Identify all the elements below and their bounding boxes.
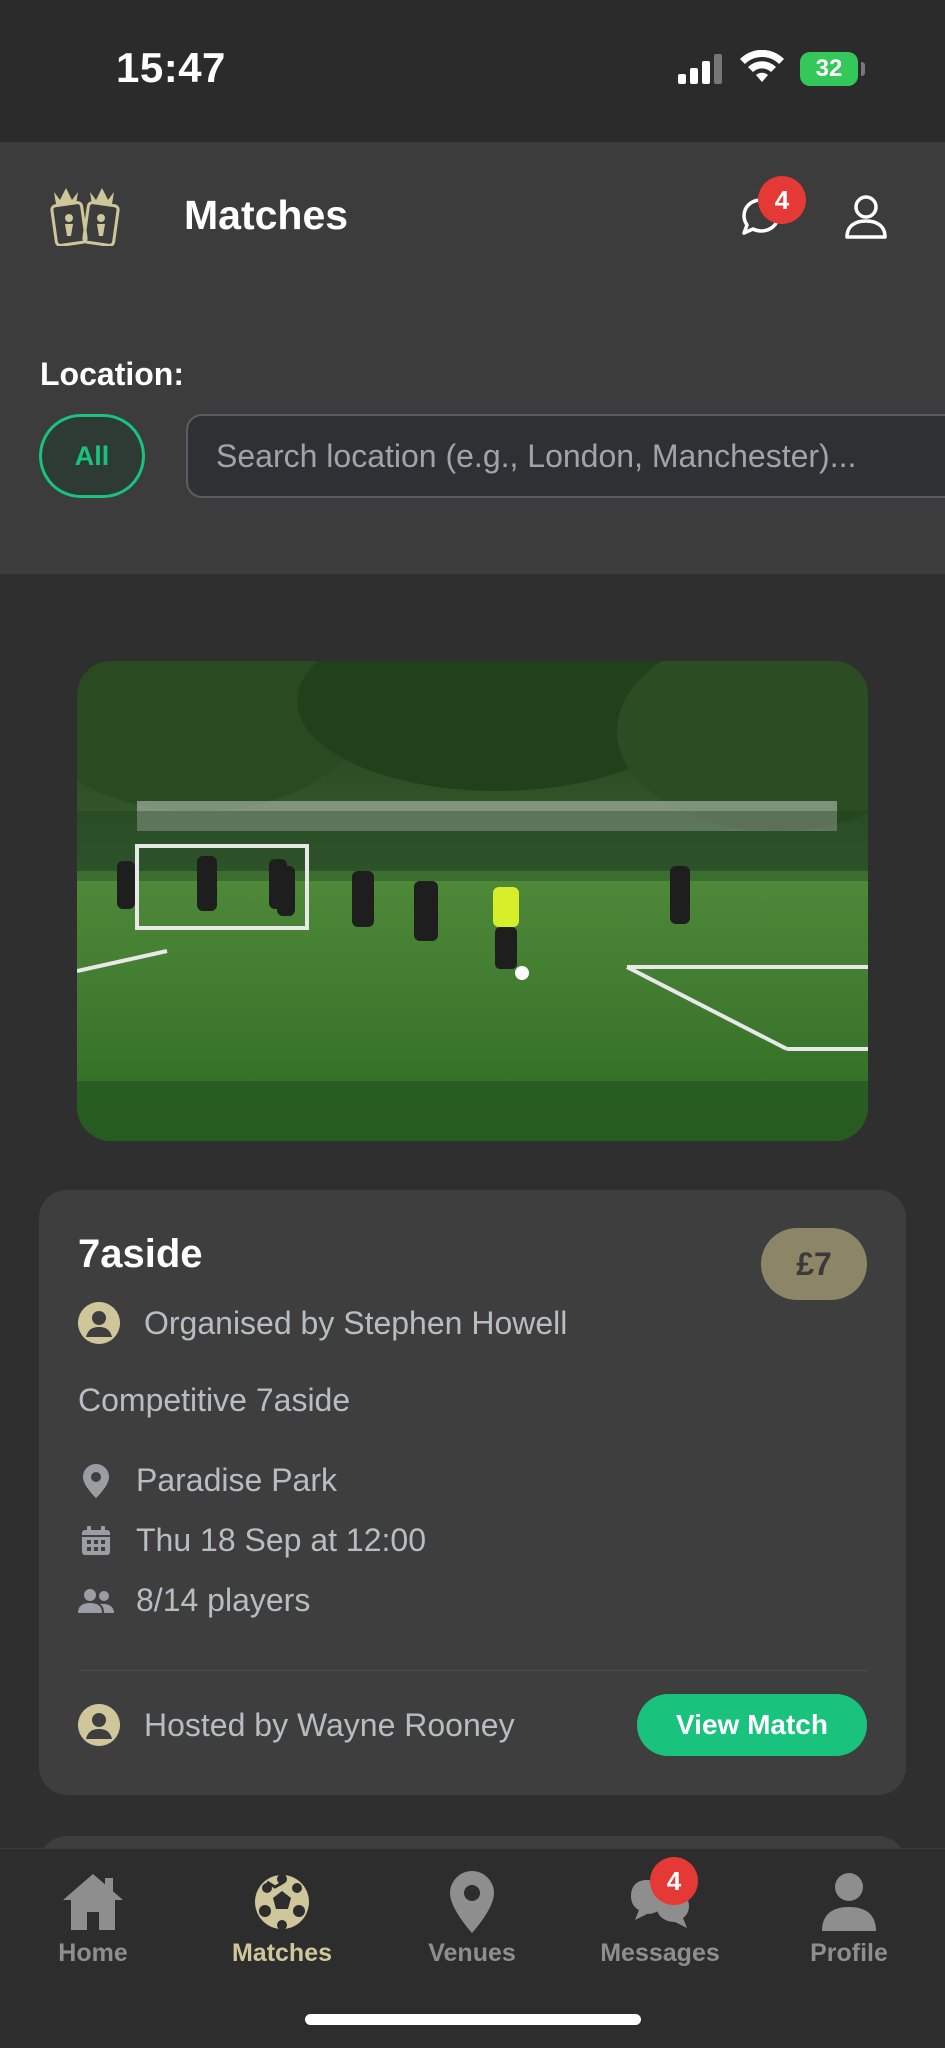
signal-icon — [678, 54, 722, 84]
tab-matches-label: Matches — [231, 1939, 333, 1967]
header: Matches 4 Location: All — [0, 142, 945, 574]
venue-row: Paradise Park — [78, 1462, 337, 1499]
page-title: Matches — [184, 192, 349, 238]
battery-icon: 32 — [800, 52, 858, 86]
home-indicator — [305, 2014, 641, 2025]
view-match-button[interactable]: View Match — [637, 1694, 867, 1756]
battery-cap — [861, 62, 865, 76]
host-text: Hosted by Wayne Rooney — [144, 1706, 515, 1743]
soccer-ball-icon — [249, 1869, 315, 1935]
tab-profile-label: Profile — [810, 1939, 888, 1967]
home-icon — [60, 1869, 126, 1935]
match-title: 7aside — [78, 1232, 203, 1276]
user-icon — [816, 1869, 882, 1935]
calendar-icon — [78, 1523, 114, 1559]
match-photo — [77, 661, 868, 1141]
players-icon — [78, 1583, 114, 1619]
card-divider — [78, 1670, 868, 1671]
tab-messages-label: Messages — [600, 1939, 720, 1967]
organiser-row: Organised by Stephen Howell — [78, 1302, 567, 1344]
notification-badge: 4 — [758, 176, 806, 224]
host-row: Hosted by Wayne Rooney — [78, 1704, 515, 1746]
all-location-chip[interactable]: All — [39, 414, 145, 498]
status-bar: 15:47 32 — [0, 0, 945, 142]
messages-badge: 4 — [650, 1857, 698, 1905]
user-icon[interactable] — [844, 194, 888, 240]
host-avatar-icon — [78, 1704, 120, 1746]
organiser-text: Organised by Stephen Howell — [144, 1304, 568, 1341]
date-row: Thu 18 Sep at 12:00 — [78, 1522, 426, 1559]
match-description: Competitive 7aside — [78, 1382, 351, 1418]
venue-text: Paradise Park — [136, 1462, 337, 1498]
location-label: Location: — [40, 356, 184, 392]
battery-level: 32 — [815, 55, 843, 82]
tab-home[interactable]: Home — [18, 1869, 168, 1979]
map-pin-icon — [78, 1463, 114, 1499]
location-search-input[interactable] — [186, 414, 945, 498]
map-pin-icon — [439, 1869, 505, 1935]
match-card[interactable]: 7aside £7 Organised by Stephen Howell Co… — [39, 1190, 906, 1795]
tab-venues[interactable]: Venues — [397, 1869, 547, 1979]
tab-profile[interactable]: Profile — [774, 1869, 924, 1979]
price-badge: £7 — [761, 1228, 867, 1300]
players-row: 8/14 players — [78, 1582, 310, 1619]
tab-venues-label: Venues — [428, 1939, 516, 1967]
wifi-icon — [740, 50, 784, 82]
players-text: 8/14 players — [136, 1582, 311, 1618]
tab-home-label: Home — [58, 1939, 128, 1967]
status-time: 15:47 — [116, 44, 226, 91]
organiser-avatar-icon — [78, 1302, 120, 1344]
date-text: Thu 18 Sep at 12:00 — [136, 1522, 426, 1558]
tab-matches[interactable]: Matches — [207, 1869, 357, 1979]
logo — [50, 188, 120, 246]
